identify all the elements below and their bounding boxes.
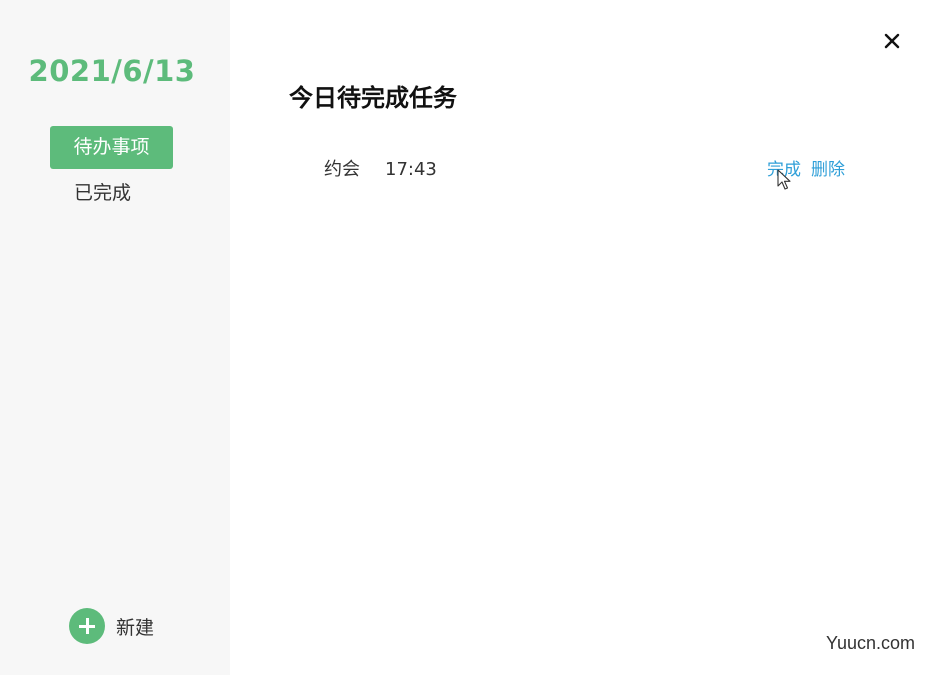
nav-item-todo[interactable]: 待办事项 bbox=[50, 126, 173, 169]
watermark: Yuucn.com bbox=[826, 633, 916, 653]
close-icon[interactable] bbox=[881, 30, 903, 52]
delete-task-link[interactable]: 删除 bbox=[811, 154, 845, 186]
current-date: 2021/6/13 bbox=[28, 54, 196, 88]
nav-item-completed[interactable]: 已完成 bbox=[74, 178, 131, 208]
plus-icon[interactable] bbox=[69, 608, 105, 644]
page-title: 今日待完成任务 bbox=[289, 84, 457, 112]
task-time: 17:43 bbox=[385, 159, 437, 180]
task-row: 约会 17:43 完成 删除 bbox=[324, 154, 854, 186]
sidebar: 2021/6/13 待办事项 已完成 新建 bbox=[0, 0, 230, 675]
task-name: 约会 bbox=[324, 159, 360, 180]
app-window: 2021/6/13 待办事项 已完成 新建 今日待完成任务 约会 17:43 完… bbox=[0, 0, 937, 675]
complete-task-link[interactable]: 完成 bbox=[767, 154, 801, 186]
new-task-button[interactable]: 新建 bbox=[69, 608, 154, 644]
close-button[interactable] bbox=[881, 30, 903, 52]
new-task-label: 新建 bbox=[116, 616, 155, 639]
